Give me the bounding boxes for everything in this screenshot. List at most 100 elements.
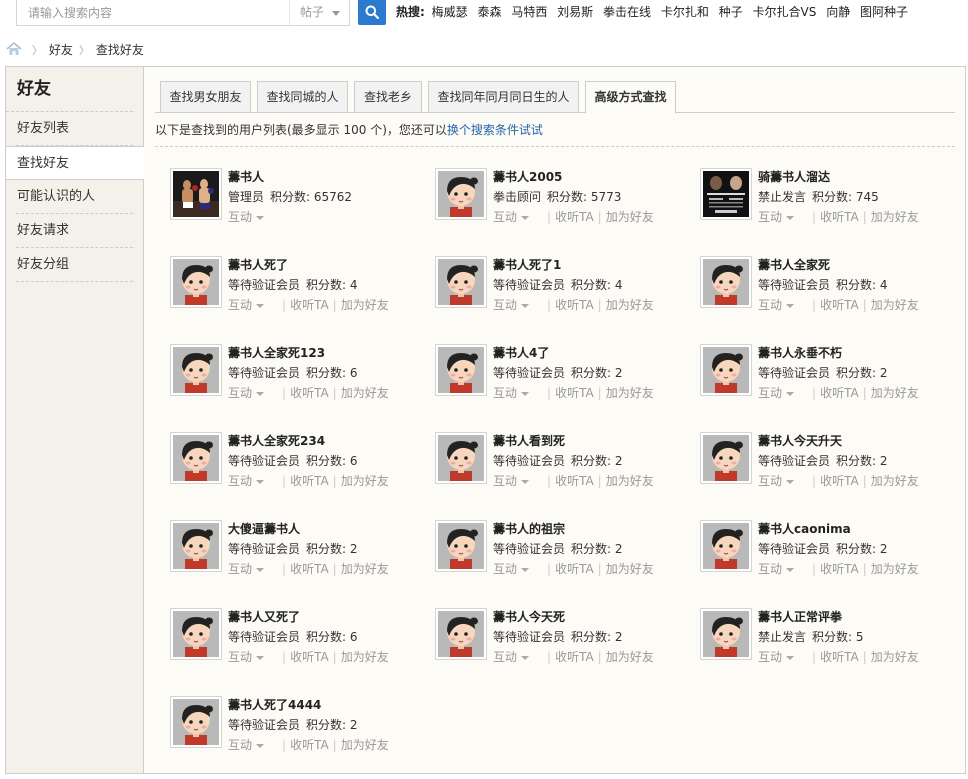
interact-dropdown[interactable]: 互动 — [758, 474, 795, 488]
breadcrumb-friends[interactable]: 好友 — [49, 43, 73, 57]
follow-link[interactable]: 收听TA — [555, 298, 594, 312]
follow-link[interactable]: 收听TA — [820, 298, 859, 312]
follow-link[interactable]: 收听TA — [820, 562, 859, 576]
user-name[interactable]: 薵书人4了 — [493, 344, 549, 361]
follow-link[interactable]: 收听TA — [555, 210, 594, 224]
user-name[interactable]: 大傻逼薵书人 — [228, 520, 300, 537]
add-friend-link[interactable]: 加为好友 — [871, 474, 919, 488]
interact-dropdown[interactable]: 互动 — [758, 562, 795, 576]
tab-hometown[interactable]: 查找老乡 — [354, 81, 422, 113]
tab-same-birthday[interactable]: 查找同年同月同日生的人 — [428, 81, 579, 113]
follow-link[interactable]: 收听TA — [290, 562, 329, 576]
sidebar-item-friend-requests[interactable]: 好友请求 — [16, 214, 133, 248]
interact-dropdown[interactable]: 互动 — [493, 210, 530, 224]
user-name[interactable]: 薵书人死了1 — [493, 256, 561, 273]
hot-search-link[interactable]: 马特西 — [511, 5, 547, 19]
user-name[interactable]: 薵书人的祖宗 — [493, 520, 565, 537]
add-friend-link[interactable]: 加为好友 — [606, 474, 654, 488]
follow-link[interactable]: 收听TA — [820, 650, 859, 664]
follow-link[interactable]: 收听TA — [555, 650, 594, 664]
tab-advanced-search[interactable]: 高级方式查找 — [585, 81, 676, 114]
add-friend-link[interactable]: 加为好友 — [341, 738, 389, 752]
user-name[interactable]: 薵书人 — [228, 168, 264, 185]
add-friend-link[interactable]: 加为好友 — [606, 650, 654, 664]
user-avatar[interactable] — [435, 344, 487, 396]
user-avatar[interactable] — [700, 344, 752, 396]
hot-search-link[interactable]: 向静 — [826, 5, 850, 19]
user-name[interactable]: 薵书人死了4444 — [228, 696, 321, 713]
user-avatar[interactable] — [435, 432, 487, 484]
interact-dropdown[interactable]: 互动 — [758, 298, 795, 312]
user-avatar[interactable] — [700, 520, 752, 572]
change-criteria-link[interactable]: 换个搜索条件试试 — [447, 123, 543, 137]
add-friend-link[interactable]: 加为好友 — [871, 210, 919, 224]
add-friend-link[interactable]: 加为好友 — [341, 298, 389, 312]
tab-same-city[interactable]: 查找同城的人 — [257, 81, 348, 113]
add-friend-link[interactable]: 加为好友 — [341, 386, 389, 400]
add-friend-link[interactable]: 加为好友 — [606, 210, 654, 224]
home-icon[interactable] — [6, 42, 22, 56]
sidebar-item-may-know[interactable]: 可能认识的人 — [16, 180, 133, 214]
user-avatar[interactable] — [170, 256, 222, 308]
add-friend-link[interactable]: 加为好友 — [606, 562, 654, 576]
follow-link[interactable]: 收听TA — [820, 210, 859, 224]
interact-dropdown[interactable]: 互动 — [493, 562, 530, 576]
user-name[interactable]: 薵书人全家死234 — [228, 432, 325, 449]
interact-dropdown[interactable]: 互动 — [758, 386, 795, 400]
add-friend-link[interactable]: 加为好友 — [871, 386, 919, 400]
user-avatar[interactable] — [700, 256, 752, 308]
user-avatar[interactable] — [435, 608, 487, 660]
hot-search-link[interactable]: 卡尔扎和 — [661, 5, 709, 19]
user-avatar[interactable] — [435, 520, 487, 572]
user-name[interactable]: 薵书人死了 — [228, 256, 288, 273]
user-name[interactable]: 薵书人全家死 — [758, 256, 830, 273]
user-name[interactable]: 薵书人2005 — [493, 168, 562, 185]
search-type-select[interactable]: 帖子 — [289, 0, 350, 25]
interact-dropdown[interactable]: 互动 — [758, 210, 795, 224]
user-name[interactable]: 薵书人caonima — [758, 520, 851, 537]
interact-dropdown[interactable]: 互动 — [493, 298, 530, 312]
follow-link[interactable]: 收听TA — [290, 298, 329, 312]
follow-link[interactable]: 收听TA — [290, 474, 329, 488]
sidebar-item-find-friends[interactable]: 查找好友 — [6, 146, 144, 180]
add-friend-link[interactable]: 加为好友 — [871, 298, 919, 312]
interact-dropdown[interactable]: 互动 — [228, 298, 265, 312]
hot-search-link[interactable]: 泰森 — [477, 5, 501, 19]
hot-search-link[interactable]: 卡尔扎合VS — [753, 5, 817, 19]
interact-dropdown[interactable]: 互动 — [493, 650, 530, 664]
add-friend-link[interactable]: 加为好友 — [341, 474, 389, 488]
follow-link[interactable]: 收听TA — [290, 386, 329, 400]
search-button[interactable] — [358, 0, 386, 25]
interact-dropdown[interactable]: 互动 — [758, 650, 795, 664]
user-avatar[interactable] — [170, 608, 222, 660]
user-avatar[interactable] — [170, 344, 222, 396]
hot-search-link[interactable]: 种子 — [719, 5, 743, 19]
add-friend-link[interactable]: 加为好友 — [871, 562, 919, 576]
user-name[interactable]: 薵书人今天升天 — [758, 432, 842, 449]
user-name[interactable]: 骑薵书人溜达 — [758, 168, 830, 185]
add-friend-link[interactable]: 加为好友 — [871, 650, 919, 664]
user-avatar[interactable] — [170, 696, 222, 748]
interact-dropdown[interactable]: 互动 — [228, 738, 265, 752]
user-avatar[interactable] — [170, 432, 222, 484]
user-avatar[interactable] — [700, 608, 752, 660]
follow-link[interactable]: 收听TA — [290, 738, 329, 752]
add-friend-link[interactable]: 加为好友 — [341, 562, 389, 576]
search-input[interactable] — [17, 0, 289, 25]
interact-dropdown[interactable]: 互动 — [228, 650, 265, 664]
hot-search-link[interactable]: 拳击在线 — [603, 5, 651, 19]
hot-search-link[interactable]: 刘易斯 — [557, 5, 593, 19]
breadcrumb-find-friends[interactable]: 查找好友 — [96, 43, 144, 57]
user-name[interactable]: 薵书人又死了 — [228, 608, 300, 625]
sidebar-item-friend-list[interactable]: 好友列表 — [16, 112, 133, 146]
user-avatar[interactable] — [700, 432, 752, 484]
user-name[interactable]: 薵书人看到死 — [493, 432, 565, 449]
follow-link[interactable]: 收听TA — [555, 562, 594, 576]
user-avatar[interactable] — [700, 168, 752, 220]
follow-link[interactable]: 收听TA — [820, 474, 859, 488]
sidebar-item-friend-groups[interactable]: 好友分组 — [16, 248, 133, 282]
interact-dropdown[interactable]: 互动 — [228, 474, 265, 488]
interact-dropdown[interactable]: 互动 — [228, 386, 265, 400]
tab-find-partner[interactable]: 查找男女朋友 — [160, 81, 251, 113]
interact-dropdown[interactable]: 互动 — [228, 210, 265, 224]
